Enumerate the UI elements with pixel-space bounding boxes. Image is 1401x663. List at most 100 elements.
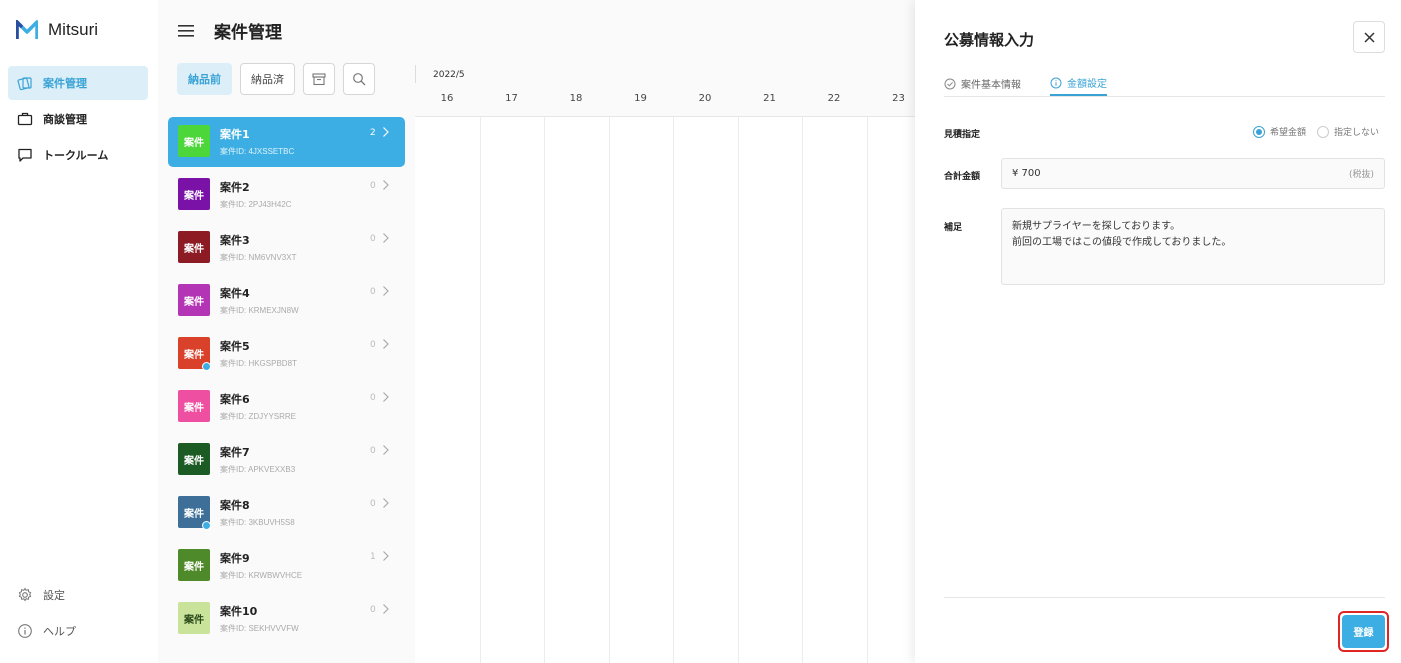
- case-name: 案件10: [220, 605, 258, 618]
- archive-icon: [312, 73, 326, 86]
- calendar-month: 2022/5: [433, 70, 465, 80]
- estimate-label: 見積指定: [944, 130, 981, 140]
- briefcase-icon: [17, 112, 33, 126]
- note-textarea[interactable]: 新規サプライヤーを探しております。 前回の工場ではこの値段で作成しておりました。: [1001, 208, 1385, 285]
- panel-title: 公募情報入力: [944, 31, 1035, 49]
- calendar-column-line: [737, 117, 739, 663]
- filter-before-delivery-button[interactable]: 納品前: [177, 63, 232, 95]
- case-id: 案件ID: NM6VNV3XT: [220, 253, 297, 262]
- case-count: 0: [370, 234, 376, 244]
- case-id: 案件ID: KRMEXJN8W: [220, 306, 299, 315]
- sidebar-bottom-nav: 設定 ヘルプ: [8, 578, 148, 650]
- case-badge: 案件: [178, 443, 210, 475]
- unread-dot: [202, 362, 211, 371]
- chevron-right-icon: [383, 180, 389, 190]
- calendar-day: 19: [634, 93, 647, 104]
- close-icon: [1363, 31, 1375, 43]
- app-name: Mitsuri: [48, 20, 99, 39]
- tab-amount-settings[interactable]: 金額設定: [1050, 71, 1107, 96]
- case-list-item[interactable]: 案件 案件3 案件ID: NM6VNV3XT 0: [168, 223, 405, 273]
- sidebar-item-label: ヘルプ: [43, 625, 76, 638]
- sidebar: Mitsuri 案件管理 商談管理 トークルーム 設定 ヘルプ: [0, 0, 158, 663]
- case-badge: 案件: [178, 602, 210, 634]
- case-list-item[interactable]: 案件 案件2 案件ID: 2PJ43H42C 0: [168, 170, 405, 220]
- case-list-item[interactable]: 案件 案件7 案件ID: APKVEXXB3 0: [168, 435, 405, 485]
- case-id: 案件ID: SEKHVVVFW: [220, 624, 299, 633]
- calendar-column-line: [544, 117, 545, 663]
- case-count: 0: [370, 340, 376, 350]
- radio-unspecified[interactable]: [1317, 125, 1330, 138]
- calendar-day: 21: [763, 93, 776, 104]
- sidebar-item-negotiations[interactable]: 商談管理: [8, 102, 148, 136]
- case-name: 案件5: [220, 340, 250, 353]
- case-name: 案件6: [220, 393, 250, 406]
- case-list-item[interactable]: 案件 案件9 案件ID: KRWBWVHCE 1: [168, 541, 405, 591]
- close-button[interactable]: [1353, 21, 1385, 53]
- unread-dot: [202, 521, 211, 530]
- public-info-panel: 公募情報入力 案件基本情報 金額設定 見積指定 希望金額 指定しない 合計金額 …: [915, 0, 1401, 663]
- case-count: 0: [370, 446, 376, 456]
- total-amount-label: 合計金額: [944, 172, 981, 182]
- tax-excluded-suffix: (税抜): [1348, 170, 1374, 180]
- case-name: 案件9: [220, 552, 250, 565]
- chevron-right-icon: [383, 445, 389, 455]
- total-amount-value: ¥ 700: [1012, 168, 1041, 179]
- case-name: 案件2: [220, 181, 250, 194]
- hamburger-menu-icon[interactable]: [178, 24, 194, 37]
- app-logo[interactable]: Mitsuri: [16, 20, 98, 40]
- total-amount-field[interactable]: ¥ 700 (税抜): [1001, 158, 1385, 189]
- sidebar-item-settings[interactable]: 設定: [8, 578, 148, 612]
- sidebar-item-label: トークルーム: [43, 149, 109, 162]
- footer-divider: [944, 597, 1385, 598]
- calendar-column-line: [608, 117, 610, 663]
- case-name: 案件1: [220, 128, 250, 141]
- case-id: 案件ID: HKGSPBD8T: [220, 359, 297, 368]
- case-name: 案件4: [220, 287, 250, 300]
- calendar-divider: [415, 65, 416, 83]
- folders-icon: [17, 77, 32, 91]
- case-list-item[interactable]: 案件 案件5 案件ID: HKGSPBD8T 0: [168, 329, 405, 379]
- tab-basic-info[interactable]: 案件基本情報: [944, 71, 1021, 96]
- sidebar-item-cases[interactable]: 案件管理: [8, 66, 148, 100]
- radio-desired-amount[interactable]: [1253, 125, 1265, 138]
- case-count: 0: [370, 181, 376, 191]
- calendar-day: 16: [440, 93, 454, 104]
- case-id: 案件ID: 2PJ43H42C: [220, 200, 292, 209]
- case-list-item[interactable]: 案件 案件10 案件ID: SEKHVVVFW 0: [168, 594, 405, 644]
- case-id: 案件ID: 3KBUVH5S8: [220, 518, 295, 527]
- case-name: 案件3: [220, 234, 250, 247]
- case-name: 案件8: [220, 499, 250, 512]
- chevron-right-icon: [383, 551, 389, 561]
- check-circle-icon: [944, 78, 956, 89]
- case-list-item[interactable]: 案件 案件4 案件ID: KRMEXJN8W 0: [168, 276, 405, 326]
- calendar-day: 18: [569, 93, 583, 104]
- archive-button[interactable]: [303, 63, 335, 95]
- sidebar-item-label: 設定: [43, 589, 65, 602]
- calendar-day: 22: [827, 93, 841, 104]
- main-nav: 案件管理 商談管理 トークルーム: [8, 66, 148, 174]
- case-list-item[interactable]: 案件 案件6 案件ID: ZDJYYSRRE 0: [168, 382, 405, 432]
- topbar: 案件管理: [178, 18, 282, 43]
- case-badge: 案件: [178, 178, 210, 210]
- filter-delivered-button[interactable]: 納品済: [240, 63, 295, 95]
- info-circle-icon: [1050, 77, 1062, 88]
- submit-button[interactable]: 登録: [1342, 615, 1385, 648]
- case-badge: 案件: [178, 231, 210, 263]
- case-count: 0: [370, 605, 376, 615]
- page-title: 案件管理: [214, 23, 282, 43]
- sidebar-item-help[interactable]: ヘルプ: [8, 614, 148, 648]
- chevron-right-icon: [383, 498, 389, 508]
- search-button[interactable]: [343, 63, 375, 95]
- chevron-right-icon: [383, 392, 389, 402]
- case-name: 案件7: [220, 446, 250, 459]
- sidebar-item-talkroom[interactable]: トークルーム: [8, 138, 148, 172]
- case-id: 案件ID: KRWBWVHCE: [220, 571, 303, 580]
- case-list-item[interactable]: 案件 案件1 案件ID: 4JXSSETBC 2: [168, 117, 405, 167]
- case-list-item[interactable]: 案件 案件8 案件ID: 3KBUVH5S8 0: [168, 488, 405, 538]
- panel-tabs: 案件基本情報 金額設定: [944, 66, 1385, 97]
- tab-label: 金額設定: [1067, 79, 1107, 90]
- case-count: 0: [370, 393, 376, 403]
- case-id: 案件ID: 4JXSSETBC: [220, 147, 295, 156]
- case-badge: 案件: [178, 549, 210, 581]
- note-label: 補足: [944, 223, 963, 233]
